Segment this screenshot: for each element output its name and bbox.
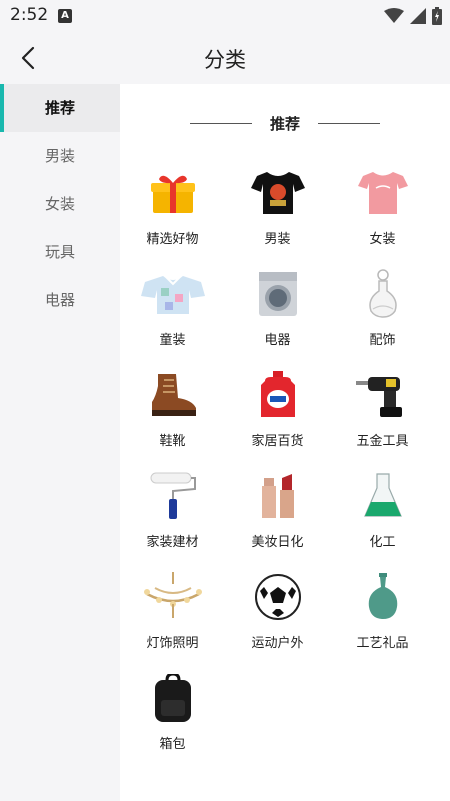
category-tile-accessories[interactable]: 配饰 (330, 267, 435, 368)
category-tile-lighting[interactable]: 灯饰照明 (120, 570, 225, 671)
category-grid: 精选好物 男装 女装 童装 电器 配饰 鞋靴 家居百货 五金工具 家装建材 美妆… (120, 166, 450, 772)
sidebar-item-label: 女装 (44, 195, 75, 213)
category-label: 五金工具 (356, 434, 409, 449)
category-tile-building-materials[interactable]: 家装建材 (120, 469, 225, 570)
category-tile-appliances[interactable]: 电器 (225, 267, 330, 368)
sidebar-item-label: 男装 (44, 147, 75, 165)
category-tile-sports-outdoor[interactable]: 运动户外 (225, 570, 330, 671)
section-title: 推荐 (269, 114, 300, 133)
divider (189, 122, 252, 124)
power-drill-icon (355, 377, 402, 417)
lipstick-icon (261, 474, 294, 518)
section-header: 推荐 (120, 112, 450, 134)
category-sidebar: 推荐 男装 女装 玩具 电器 (0, 84, 120, 801)
status-icons (384, 6, 442, 26)
sidebar-item-appliances[interactable]: 电器 (0, 276, 120, 324)
detergent-bottle-icon (260, 371, 295, 417)
black-tshirt-icon (250, 172, 305, 214)
app-header: 分类 (0, 32, 450, 84)
category-tile-household[interactable]: 家居百货 (225, 368, 330, 469)
paint-roller-icon (150, 472, 196, 519)
category-label: 化工 (369, 535, 396, 550)
category-tile-womenswear[interactable]: 女装 (330, 166, 435, 267)
category-label: 配饰 (369, 333, 396, 348)
divider (318, 122, 380, 124)
gift-box-icon (150, 175, 195, 213)
sidebar-item-label: 推荐 (44, 99, 75, 117)
chandelier-icon (143, 572, 202, 618)
vase-icon (368, 573, 397, 619)
category-label: 家居百货 (251, 434, 304, 449)
category-label: 精选好物 (146, 232, 199, 247)
kids-shirt-icon (140, 275, 205, 314)
sidebar-item-menswear[interactable]: 男装 (0, 132, 120, 180)
soccer-ball-icon (254, 574, 301, 620)
category-label: 家装建材 (146, 535, 199, 550)
flask-icon (363, 473, 402, 517)
sidebar-item-womenswear[interactable]: 女装 (0, 180, 120, 228)
category-label: 美妆日化 (251, 535, 304, 550)
category-tile-hardware-tools[interactable]: 五金工具 (330, 368, 435, 469)
backpack-icon (154, 674, 191, 722)
sidebar-item-label: 玩具 (44, 243, 75, 261)
battery-icon (432, 7, 442, 25)
boot-icon (151, 374, 196, 416)
category-label: 鞋靴 (159, 434, 186, 449)
status-bar: 2:52 A (0, 0, 450, 32)
category-tile-chemicals[interactable]: 化工 (330, 469, 435, 570)
status-time: 2:52 (10, 5, 49, 25)
sidebar-item-toys[interactable]: 玩具 (0, 228, 120, 276)
category-tile-shoes[interactable]: 鞋靴 (120, 368, 225, 469)
washing-machine-icon (258, 272, 297, 316)
wifi-icon (384, 8, 404, 23)
category-label: 箱包 (159, 737, 186, 752)
page-title: 分类 (204, 48, 246, 72)
category-label: 女装 (369, 232, 396, 247)
category-label: 童装 (159, 333, 186, 348)
category-tile-kidswear[interactable]: 童装 (120, 267, 225, 368)
category-label: 灯饰照明 (146, 636, 199, 651)
category-tile-menswear[interactable]: 男装 (225, 166, 330, 267)
sidebar-item-recommend[interactable]: 推荐 (0, 84, 120, 132)
category-content: 推荐 精选好物 男装 女装 童装 电器 配饰 鞋靴 家居百货 五金工具 家装建材… (120, 84, 450, 801)
pink-tshirt-icon (357, 172, 408, 214)
category-tile-featured[interactable]: 精选好物 (120, 166, 225, 267)
signal-icon (410, 8, 426, 24)
category-label: 电器 (264, 333, 291, 348)
glass-decanter-icon (368, 269, 397, 318)
category-tile-crafts-gifts[interactable]: 工艺礼品 (330, 570, 435, 671)
category-label: 男装 (264, 232, 291, 247)
category-label: 工艺礼品 (356, 636, 409, 651)
category-tile-bags[interactable]: 箱包 (120, 671, 225, 772)
app-notification-icon: A (58, 9, 72, 23)
category-tile-cosmetics[interactable]: 美妆日化 (225, 469, 330, 570)
sidebar-item-label: 电器 (44, 291, 75, 309)
category-label: 运动户外 (251, 636, 304, 651)
